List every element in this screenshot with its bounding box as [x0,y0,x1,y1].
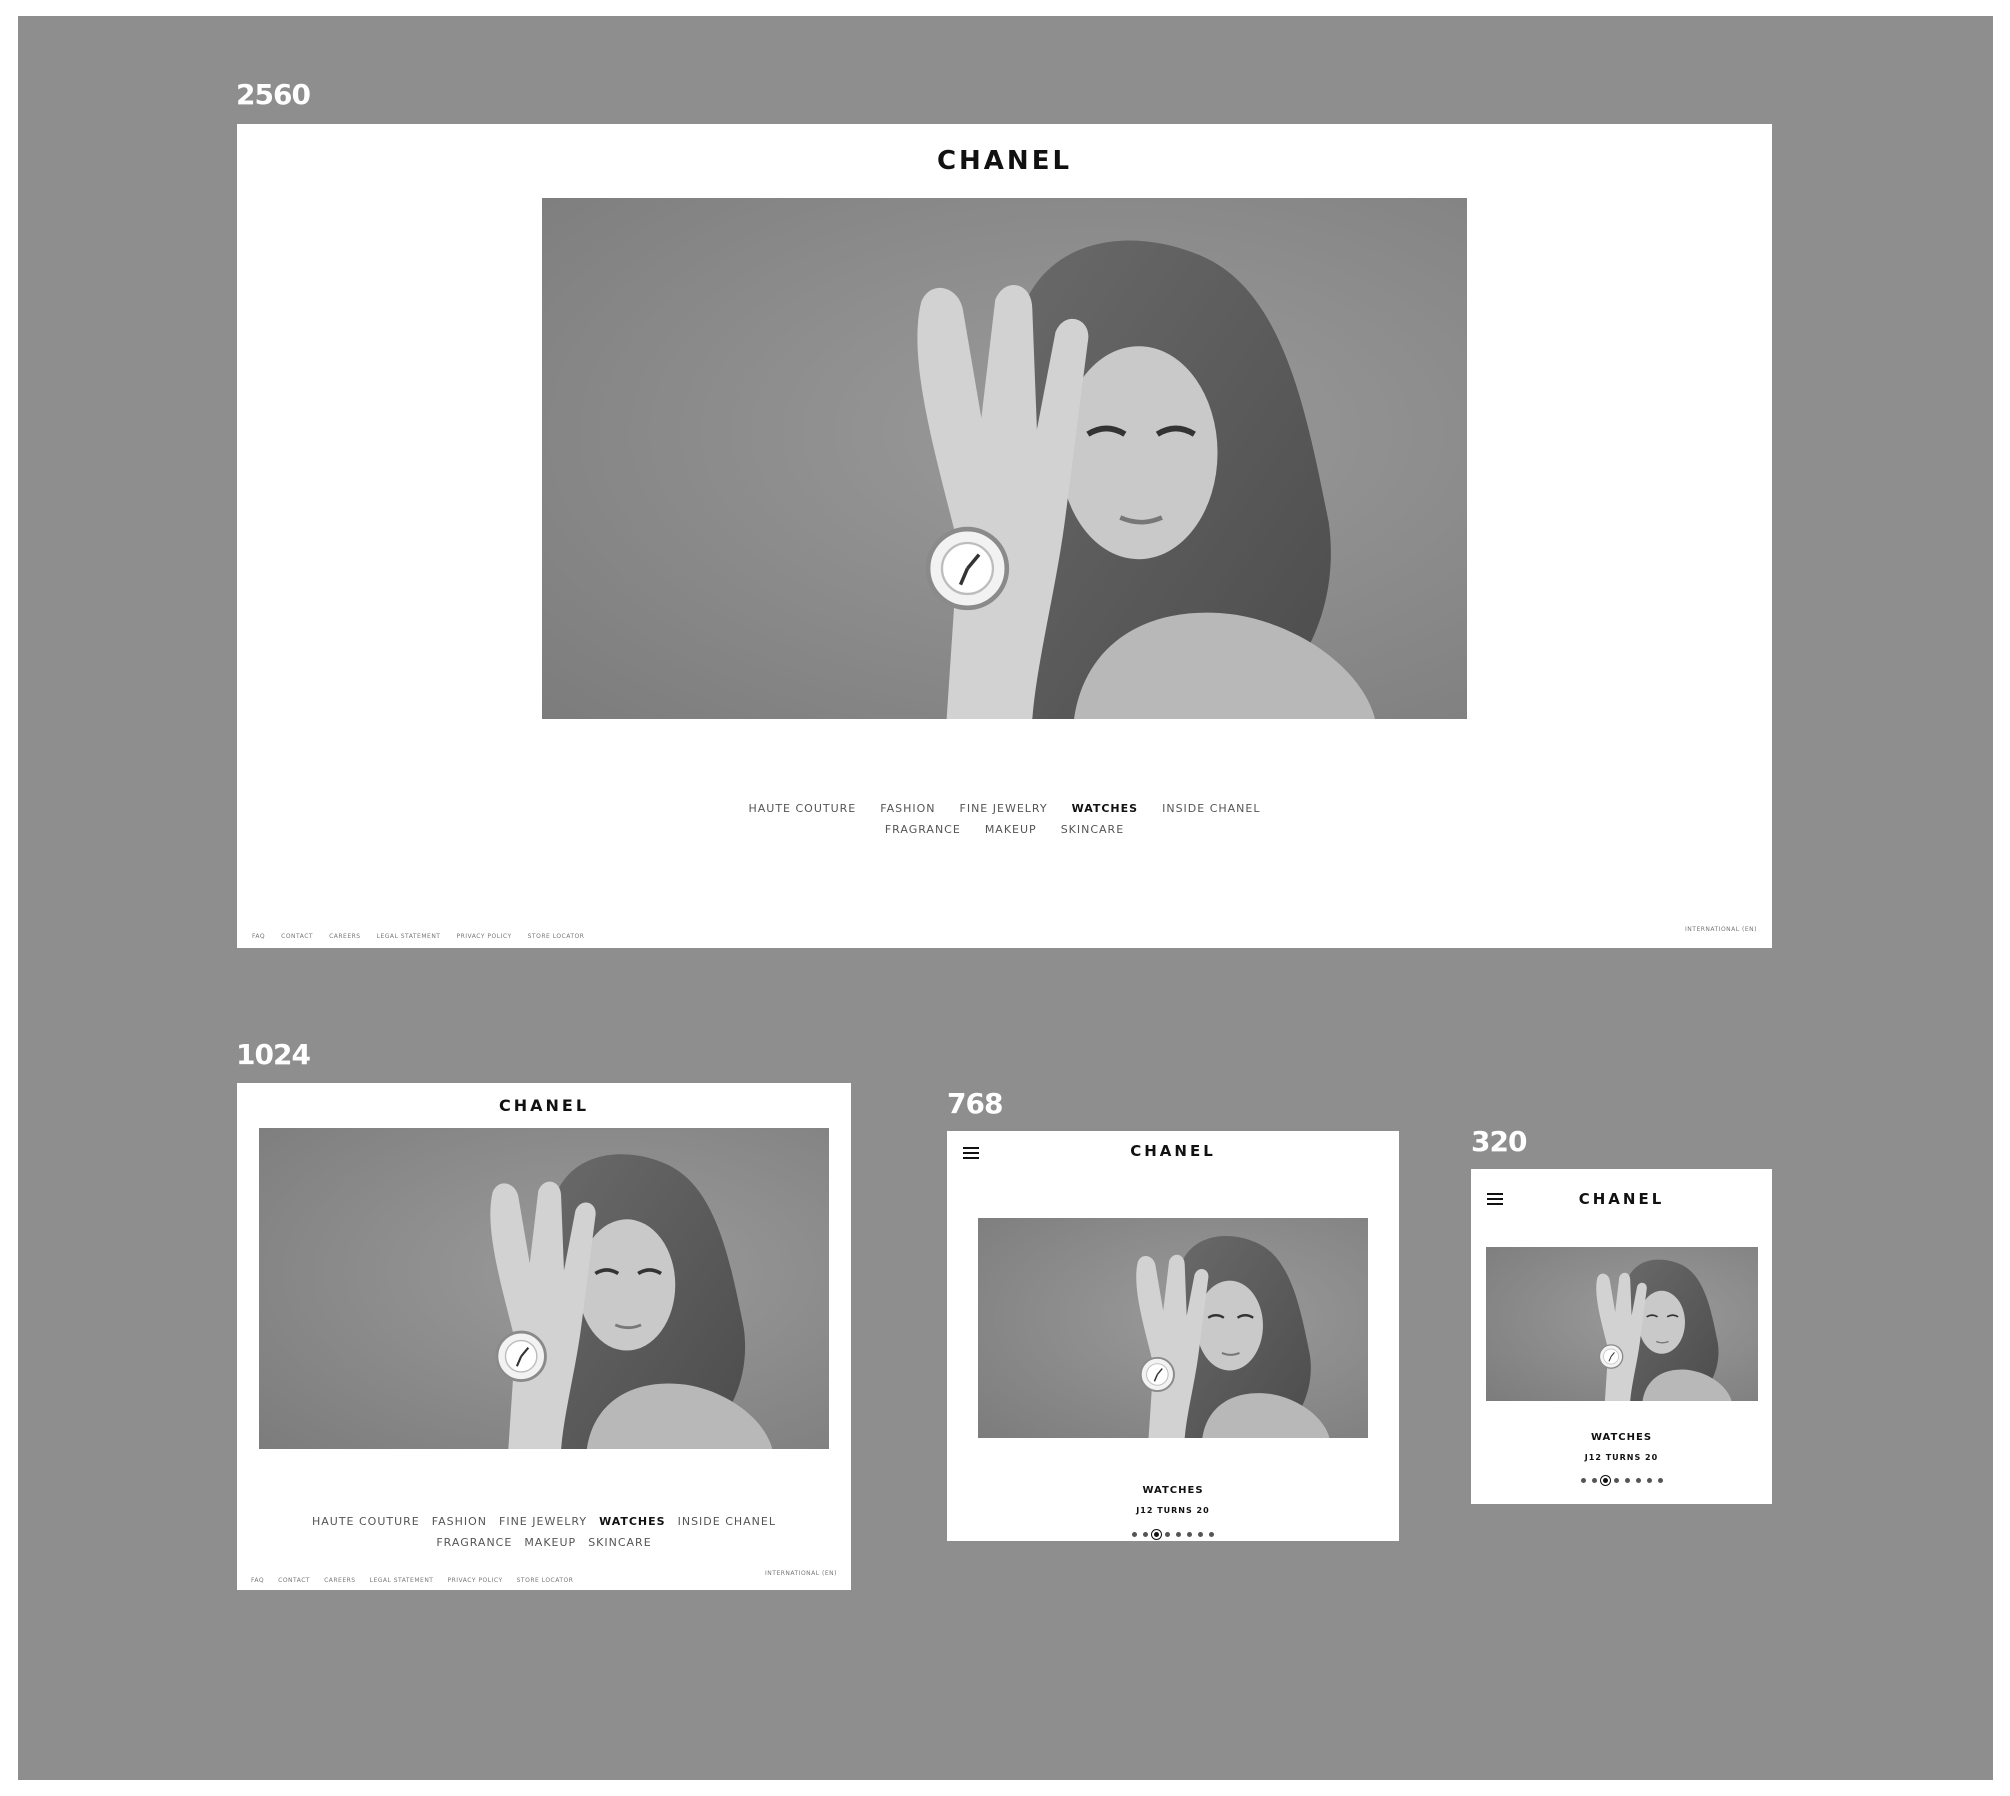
nav-item-watches[interactable]: WATCHES [599,1515,666,1528]
footer-links: FAQ CONTACT CAREERS LEGAL STATEMENT PRIVACY … [251,1569,587,1587]
footer-link-store-locator[interactable]: STORE LOCATOR [528,933,585,940]
frame-2560: CHANEL HAUTE COUTURE FASHION FINE JEWELRY W… [237,124,1772,948]
nav-item-fine-jewelry[interactable]: FINE JEWELRY [499,1515,587,1528]
breakpoint-label-768: 768 [947,1087,1003,1120]
hero-image[interactable] [259,1128,829,1449]
footer-link-careers[interactable]: CAREERS [329,933,361,940]
footer-link-contact[interactable]: CONTACT [281,933,313,940]
main-nav-row-1: HAUTE COUTURE FASHION FINE JEWELRY WATCHES I… [237,799,1772,817]
hero-image[interactable] [1486,1247,1758,1401]
footer-link-careers[interactable]: CAREERS [324,1577,356,1584]
footer-link-legal-statement[interactable]: LEGAL STATEMENT [377,933,441,940]
presentation-canvas: 2560 CHANEL HAUTE COUTURE FASHION FINE JEW… [18,16,1993,1780]
nav-item-haute-couture[interactable]: HAUTE COUTURE [748,802,856,815]
nav-item-makeup[interactable]: MAKEUP [985,823,1037,836]
nav-item-skincare[interactable]: SKINCARE [1061,823,1124,836]
hero-image[interactable] [978,1218,1368,1438]
nav-item-skincare[interactable]: SKINCARE [588,1536,651,1549]
carousel-dot[interactable] [1635,1478,1641,1484]
breakpoint-label-1024: 1024 [236,1038,311,1071]
main-nav-row-1: HAUTE COUTURE FASHION FINE JEWELRY WATCHES I… [237,1512,851,1530]
main-nav-row-2: FRAGRANCE MAKEUP SKINCARE [237,1533,851,1551]
carousel-dot[interactable] [1580,1478,1586,1484]
carousel-dot[interactable] [1198,1532,1203,1538]
nav-item-fine-jewelry[interactable]: FINE JEWELRY [960,802,1048,815]
footer-link-faq[interactable]: FAQ [251,1577,264,1584]
nav-item-makeup[interactable]: MAKEUP [524,1536,576,1549]
carousel-dot[interactable] [1657,1478,1663,1484]
footer-link-privacy-policy[interactable]: PRIVACY POLICY [447,1577,502,1584]
carousel-dot[interactable] [1154,1532,1159,1538]
locale-selector[interactable]: INTERNATIONAL (EN) [765,1570,837,1577]
footer-links: FAQ CONTACT CAREERS LEGAL STATEMENT PRIVACY … [252,925,600,943]
hero-image[interactable] [542,198,1467,719]
brand-logo[interactable]: CHANEL [1471,1190,1772,1208]
carousel-subtitle[interactable]: J12 TURNS 20 [1471,1453,1772,1462]
nav-item-fragrance[interactable]: FRAGRANCE [885,823,961,836]
main-nav-row-2: FRAGRANCE MAKEUP SKINCARE [237,820,1772,838]
carousel-dot[interactable] [1624,1478,1630,1484]
footer-link-legal-statement[interactable]: LEGAL STATEMENT [370,1577,434,1584]
nav-item-inside-chanel[interactable]: INSIDE CHANEL [1162,802,1260,815]
brand-logo[interactable]: CHANEL [237,1096,851,1115]
locale-selector[interactable]: INTERNATIONAL (EN) [1685,926,1757,933]
carousel-dot[interactable] [1187,1532,1192,1538]
carousel-dot[interactable] [1613,1478,1619,1484]
brand-logo[interactable]: CHANEL [237,146,1772,176]
carousel-dot[interactable] [1602,1478,1608,1484]
footer-link-contact[interactable]: CONTACT [278,1577,310,1584]
carousel-dot[interactable] [1209,1532,1214,1538]
footer-link-faq[interactable]: FAQ [252,933,265,940]
brand-logo[interactable]: CHANEL [947,1142,1399,1160]
nav-item-fashion[interactable]: FASHION [880,802,935,815]
nav-item-fashion[interactable]: FASHION [432,1515,487,1528]
carousel-dot[interactable] [1646,1478,1652,1484]
carousel-dot[interactable] [1132,1532,1137,1538]
breakpoint-label-2560: 2560 [236,78,311,111]
frame-768: CHANEL WATCHES J12 TURNS 20 [947,1131,1399,1541]
nav-item-fragrance[interactable]: FRAGRANCE [436,1536,512,1549]
carousel-pagination [947,1526,1399,1541]
breakpoint-label-320: 320 [1471,1125,1527,1158]
carousel-dot[interactable] [1176,1532,1181,1538]
carousel-pagination [1471,1472,1772,1490]
carousel-category: WATCHES [1142,1485,1204,1496]
carousel-dot[interactable] [1143,1532,1148,1538]
nav-item-inside-chanel[interactable]: INSIDE CHANEL [678,1515,776,1528]
footer-link-store-locator[interactable]: STORE LOCATOR [517,1577,574,1584]
nav-item-watches[interactable]: WATCHES [1072,802,1139,815]
carousel-dot[interactable] [1165,1532,1170,1538]
frame-320: CHANEL WATCHES J12 TURNS 20 [1471,1169,1772,1504]
frame-1024: CHANEL HAUTE COUTURE FASHION FINE JEWELRY W… [237,1083,851,1590]
carousel-subtitle[interactable]: J12 TURNS 20 [947,1506,1399,1515]
carousel-category: WATCHES [1590,1432,1653,1443]
carousel-dot[interactable] [1591,1478,1597,1484]
nav-item-haute-couture[interactable]: HAUTE COUTURE [312,1515,420,1528]
footer-link-privacy-policy[interactable]: PRIVACY POLICY [456,933,511,940]
